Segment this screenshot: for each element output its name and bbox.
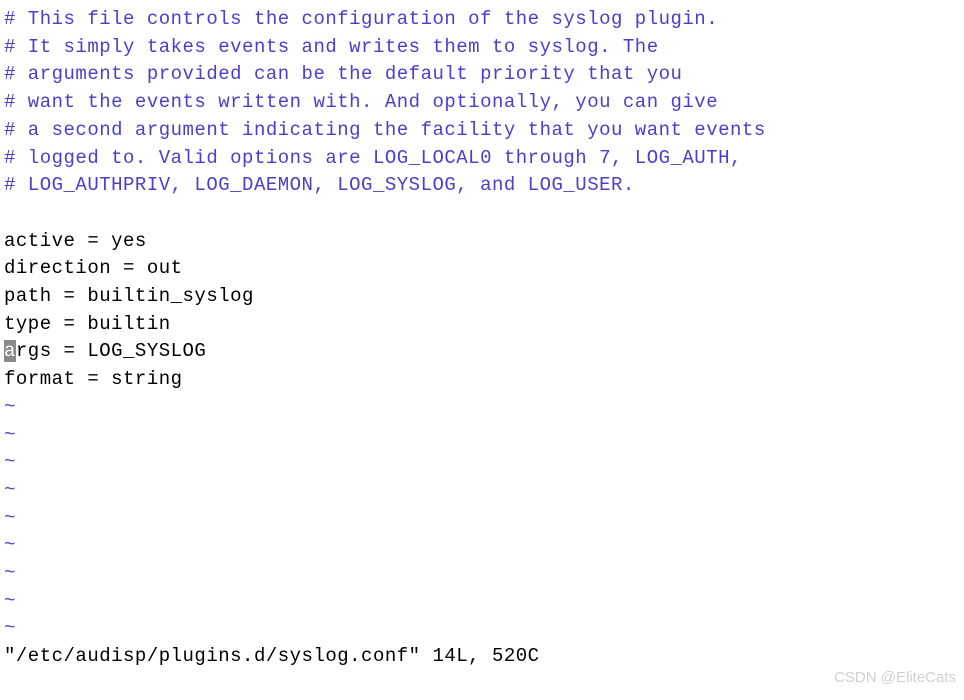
editor-buffer[interactable]: # This file controls the configuration o… xyxy=(4,6,960,671)
config-format: format = string xyxy=(4,366,960,394)
empty-line-tilde: ~ xyxy=(4,560,960,588)
comment-line: # It simply takes events and writes them… xyxy=(4,34,960,62)
comment-line: # want the events written with. And opti… xyxy=(4,89,960,117)
empty-line-tilde: ~ xyxy=(4,449,960,477)
vim-status-line: "/etc/audisp/plugins.d/syslog.conf" 14L,… xyxy=(4,643,960,671)
blank-line xyxy=(4,200,960,228)
config-direction: direction = out xyxy=(4,255,960,283)
empty-line-tilde: ~ xyxy=(4,532,960,560)
config-args: args = LOG_SYSLOG xyxy=(4,338,960,366)
config-args-text: rgs = LOG_SYSLOG xyxy=(16,340,206,362)
empty-line-tilde: ~ xyxy=(4,477,960,505)
comment-line: # a second argument indicating the facil… xyxy=(4,117,960,145)
comment-line: # arguments provided can be the default … xyxy=(4,61,960,89)
config-active: active = yes xyxy=(4,228,960,256)
empty-line-tilde: ~ xyxy=(4,505,960,533)
comment-line: # LOG_AUTHPRIV, LOG_DAEMON, LOG_SYSLOG, … xyxy=(4,172,960,200)
cursor: a xyxy=(4,340,16,362)
empty-line-tilde: ~ xyxy=(4,422,960,450)
comment-line: # This file controls the configuration o… xyxy=(4,6,960,34)
empty-line-tilde: ~ xyxy=(4,615,960,643)
empty-line-tilde: ~ xyxy=(4,394,960,422)
empty-line-tilde: ~ xyxy=(4,588,960,616)
config-path: path = builtin_syslog xyxy=(4,283,960,311)
config-type: type = builtin xyxy=(4,311,960,339)
comment-line: # logged to. Valid options are LOG_LOCAL… xyxy=(4,145,960,173)
